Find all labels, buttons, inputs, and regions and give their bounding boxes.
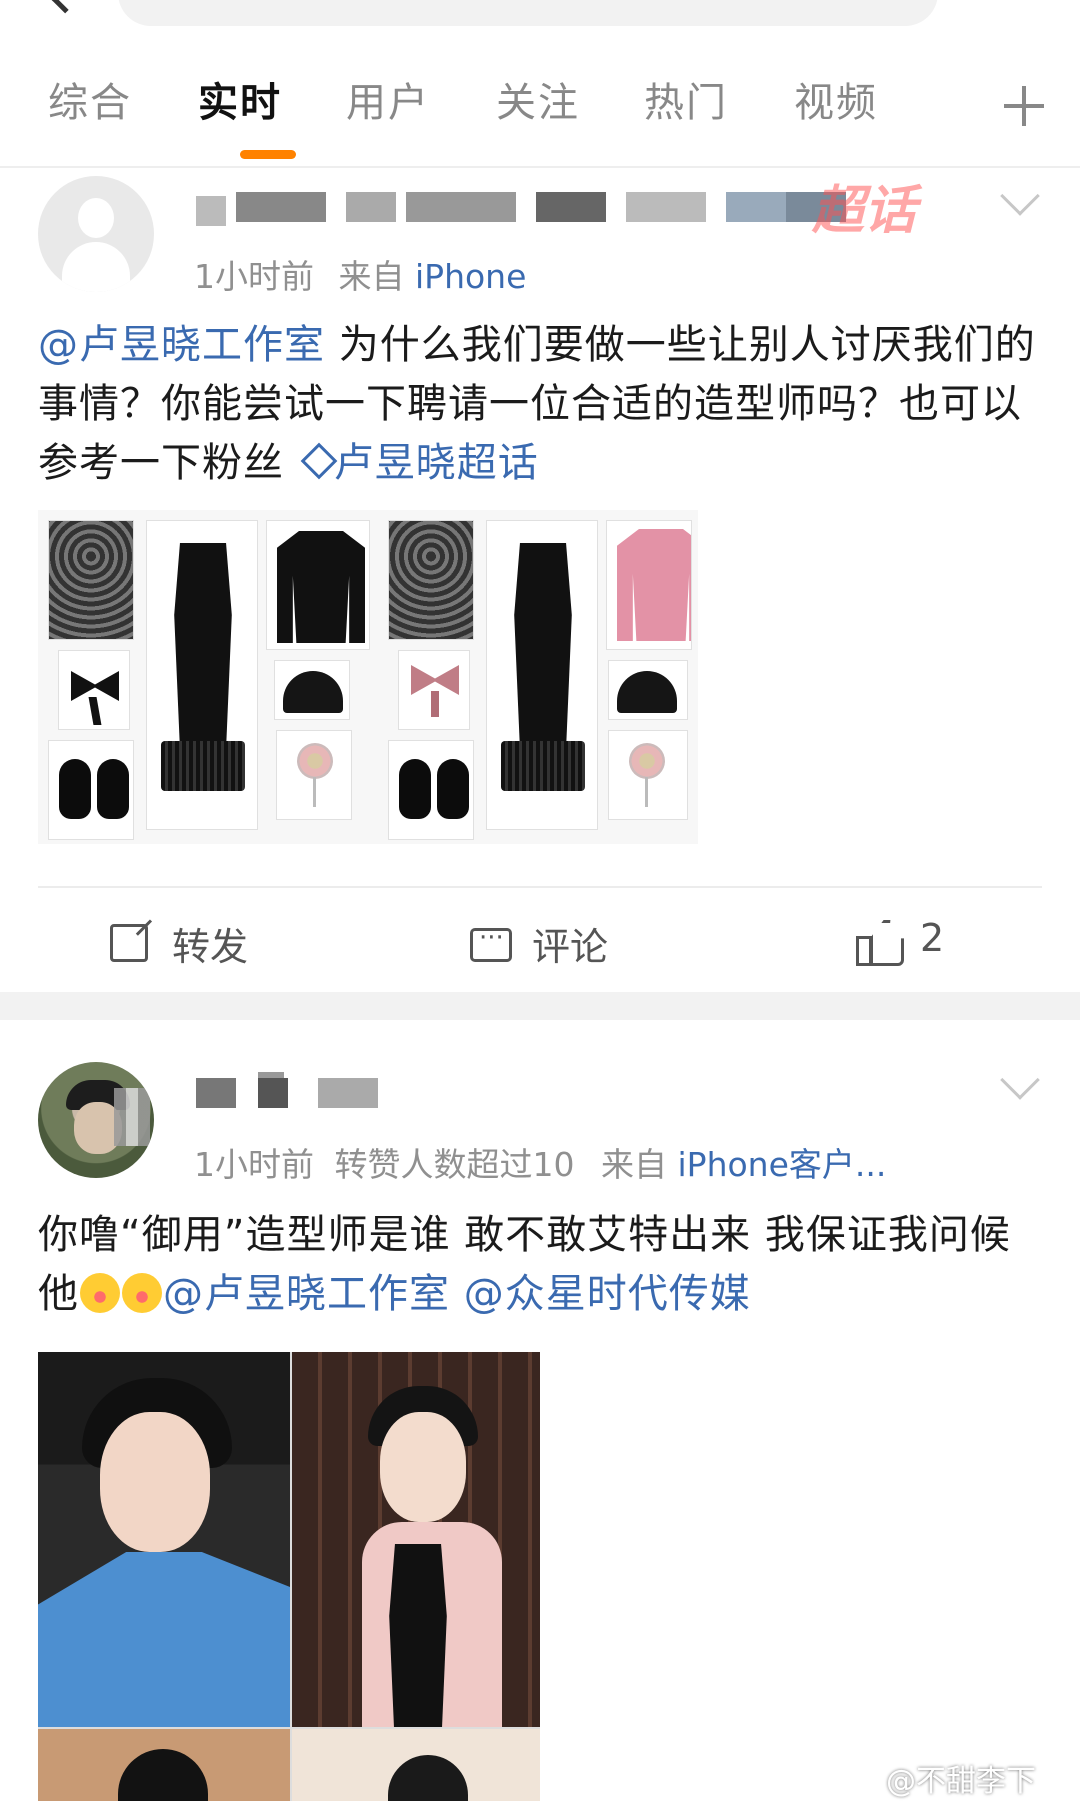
back-arrow-icon[interactable] (49, 0, 77, 14)
tab-video[interactable]: 视频 (794, 70, 878, 128)
brooch-photo (608, 730, 688, 820)
dress-photo (146, 520, 258, 830)
add-tab-icon[interactable] (1004, 86, 1044, 126)
post-text: 你噜“御用”造型师是谁 敢不敢艾特出来 我保证我问候他 @卢昱晓工作室 @众星时代… (38, 1206, 1048, 1324)
super-topic-badge: 超话 (812, 181, 917, 241)
cardigan-photo (266, 520, 370, 650)
repost-button[interactable]: 转发 (172, 916, 248, 971)
post-photo[interactable] (38, 1729, 290, 1801)
comment-button[interactable]: 评论 (532, 916, 608, 971)
diamond-icon (302, 452, 330, 474)
post-text: @卢昱晓工作室 为什么我们要做一些让别人讨厌我们的事情？你能尝试一下聘请一位合适… (38, 316, 1048, 493)
scream-emoji-icon (122, 1273, 162, 1313)
bow-photo (58, 650, 130, 730)
from-label: 来自 (601, 1145, 667, 1184)
from-label: 来自 (338, 257, 405, 296)
hair-photo (388, 520, 474, 640)
search-bar[interactable] (118, 0, 938, 26)
tab-users[interactable]: 用户 (346, 70, 430, 128)
avatar[interactable] (38, 1062, 154, 1178)
tab-following[interactable]: 关注 (496, 70, 580, 128)
shoes-photo (48, 740, 134, 840)
post-meta: 1小时前 转赞人数超过10 来自 iPhone客户... (194, 1138, 886, 1186)
post-photo[interactable] (292, 1729, 540, 1801)
post-source[interactable]: iPhone (415, 257, 526, 296)
divider (38, 886, 1042, 888)
tab-fade (940, 70, 1000, 130)
mention-link[interactable]: @卢昱晓工作室 (38, 322, 325, 368)
active-tab-indicator (240, 150, 296, 159)
repost-count-note: 转赞人数超过10 (334, 1145, 575, 1184)
post-time: 1小时前 (194, 257, 314, 296)
mention-link[interactable]: @众星时代传媒 (464, 1271, 751, 1317)
comment-icon[interactable] (470, 923, 512, 962)
top-photo (274, 660, 350, 720)
tab-hot[interactable]: 热门 (644, 70, 728, 128)
post-photo[interactable] (292, 1352, 540, 1727)
watermark: @不甜李下 (886, 1764, 1036, 1799)
post-image-grid[interactable] (38, 1352, 540, 1801)
topic-link[interactable]: 卢昱晓超话 (298, 440, 539, 486)
mention-link[interactable]: @卢昱晓工作室 (163, 1271, 450, 1317)
top-photo (608, 660, 688, 720)
bow-photo (398, 650, 470, 730)
cardigan-photo (606, 520, 692, 650)
brooch-photo (276, 730, 352, 820)
scream-emoji-icon (80, 1273, 120, 1313)
chevron-down-icon[interactable] (1000, 1060, 1040, 1100)
chevron-down-icon[interactable] (1000, 176, 1040, 216)
username-blurred[interactable] (196, 1072, 396, 1120)
repost-icon[interactable] (110, 924, 148, 962)
post-time: 1小时前 (194, 1145, 314, 1184)
username-blurred[interactable] (196, 192, 846, 234)
tab-realtime[interactable]: 实时 (198, 70, 282, 128)
post-meta: 1小时前 来自 iPhone (194, 250, 526, 298)
like-count[interactable]: 2 (920, 916, 944, 960)
tab-bar: 综合 实时 用户 关注 热门 视频 (0, 70, 1080, 168)
shoes-photo (388, 740, 474, 840)
post-photo[interactable] (38, 1352, 290, 1727)
hair-photo (48, 520, 134, 640)
post-image[interactable] (38, 510, 698, 844)
post-source[interactable]: iPhone客户... (678, 1145, 887, 1184)
tab-comprehensive[interactable]: 综合 (48, 70, 132, 128)
avatar[interactable] (38, 176, 154, 292)
section-gap (0, 992, 1080, 1020)
dress-photo (486, 520, 598, 830)
like-icon[interactable] (856, 918, 900, 966)
